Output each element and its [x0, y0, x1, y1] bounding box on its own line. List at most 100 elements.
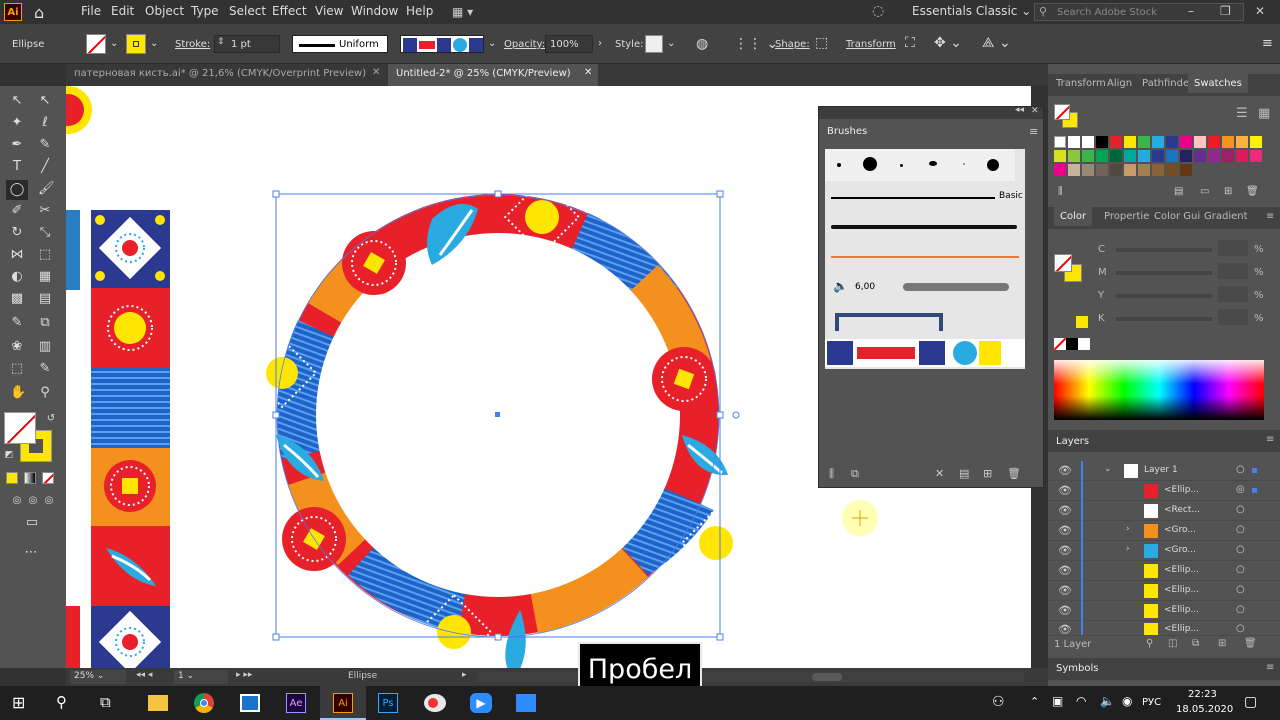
app-icon[interactable] [424, 694, 446, 712]
wifi-icon[interactable]: ◠ [1076, 694, 1086, 708]
home-icon[interactable]: ⌂ [34, 3, 52, 22]
panel-menu-icon[interactable]: ≡ [1266, 211, 1274, 222]
eye-icon[interactable]: 👁 [1058, 504, 1072, 517]
menu-file[interactable]: File [81, 4, 101, 18]
default-fill-stroke-icon[interactable]: ◩ [2, 448, 16, 462]
illustrator-taskbar-active[interactable]: Ai [320, 686, 366, 720]
show-swatch-kinds-icon[interactable]: ▤ [1174, 186, 1183, 197]
tab-layers[interactable]: Layers [1056, 436, 1089, 447]
target-icon[interactable]: ◎ [1236, 484, 1245, 495]
eyedropper-tool-icon[interactable]: ✎ [10, 316, 24, 330]
y-input[interactable] [1218, 286, 1248, 302]
maximize-button[interactable]: ❐ [1220, 4, 1231, 18]
stroke-weight-input[interactable]: ⇕ 1 pt [214, 35, 280, 53]
m-slider[interactable] [1116, 271, 1212, 275]
grid-view-icon[interactable]: ▦ [1258, 106, 1270, 121]
transform-label[interactable]: Transform [846, 39, 896, 50]
selection-tool-icon[interactable]: ↖ [10, 94, 24, 108]
symbol-sprayer-tool-icon[interactable]: ❀ [10, 340, 24, 354]
next-artboard-icon[interactable]: ▸ ▸▸ [236, 670, 252, 680]
pattern-brush-border[interactable] [825, 305, 1025, 335]
isolate-icon[interactable]: ⟁ ⌄ [982, 35, 1011, 51]
stock-search[interactable]: ⚲ Search Adobe Stock [1034, 3, 1244, 21]
menu-effect[interactable]: Effect [272, 4, 307, 18]
notifications-icon[interactable]: ▢ [1244, 694, 1257, 710]
new-sublayer-icon[interactable]: ⧉ [1192, 638, 1199, 649]
network-icon[interactable]: ▣ [1052, 694, 1063, 708]
task-view-icon[interactable]: ⧉ [100, 693, 111, 711]
close-icon[interactable]: ✕ [584, 67, 592, 78]
screen-mode-icon[interactable]: ▭ [22, 516, 42, 530]
artboard-tool-icon[interactable]: ⬚ [10, 362, 24, 376]
file-explorer-icon[interactable] [148, 695, 168, 711]
brushes-tab[interactable]: Brushes [819, 121, 871, 141]
layer-row[interactable]: 👁 <Ellip... ○ [1048, 620, 1280, 636]
c-input[interactable] [1218, 240, 1248, 256]
layer-row[interactable]: 👁 <Ellip... ○ [1048, 581, 1280, 601]
zoom-select[interactable]: 25% ⌄ [70, 670, 126, 684]
layer-row[interactable]: 👁 <Rect... ○ [1048, 501, 1280, 521]
new-color-group-icon[interactable]: ▭ [1200, 186, 1209, 197]
transform-icon[interactable]: ⛶ [905, 35, 915, 51]
art-brush-charcoal[interactable] [825, 213, 1025, 241]
layer-row[interactable]: 👁 › <Gro... ○ [1048, 541, 1280, 561]
trash-icon[interactable]: 🗑 [1246, 186, 1259, 197]
eye-icon[interactable]: 👁 [1058, 484, 1072, 497]
menu-help[interactable]: Help [406, 4, 433, 18]
people-icon[interactable]: ⚇ [992, 694, 1005, 710]
fill-none-swatch[interactable] [86, 34, 106, 54]
opacity-input[interactable]: 100% [545, 35, 593, 53]
direct-selection-tool-icon[interactable]: ↖ [38, 94, 52, 108]
layer-row[interactable]: 👁 <Ellip... ○ [1048, 561, 1280, 581]
paintbrush-tool-icon[interactable]: 🖌 [38, 182, 55, 196]
shape-icon[interactable]: ⬚ [815, 35, 828, 51]
chevron-right-icon[interactable]: › [1126, 524, 1130, 534]
trash-icon[interactable]: 🗑 [1244, 638, 1257, 649]
free-transform-tool-icon[interactable]: ⬚ [38, 248, 52, 262]
tab-swatches[interactable]: Swatches [1188, 74, 1248, 93]
make-clipping-mask-icon[interactable]: ◫ [1168, 638, 1177, 649]
media-app-icon[interactable] [516, 694, 536, 712]
options-icon[interactable]: ▤ [959, 467, 969, 480]
layer-row[interactable]: 👁 › <Gro... ○ [1048, 521, 1280, 541]
k-input[interactable] [1218, 309, 1248, 325]
black-color-button[interactable] [1066, 338, 1078, 350]
tab-untitled-2[interactable]: Untitled-2* @ 25% (CMYK/Preview) ✕ [388, 64, 598, 86]
chevron-down-icon[interactable]: ⌄ [667, 38, 675, 49]
none-mode-icon[interactable] [42, 472, 54, 484]
chevron-down-icon[interactable]: ⌄ [150, 38, 158, 49]
menu-edit[interactable]: Edit [111, 4, 134, 18]
tab-transform[interactable]: Transform [1056, 78, 1106, 89]
pen-tool-icon[interactable]: ✒ [10, 138, 24, 152]
chevron-down-icon[interactable]: ⌄ [110, 38, 118, 49]
target-icon[interactable]: ○ [1236, 504, 1245, 515]
clock-date[interactable]: 18.05.2020 [1176, 704, 1233, 715]
eye-icon[interactable]: 👁 [1058, 524, 1072, 537]
locate-object-icon[interactable]: ⚲ [1146, 638, 1153, 649]
layer-row[interactable]: 👁 <Ellip... ○ [1048, 601, 1280, 621]
photoshop-icon[interactable]: Ps [378, 693, 398, 713]
basic-brush-row[interactable]: Basic [825, 183, 1025, 211]
target-icon[interactable]: ○ [1236, 564, 1245, 575]
tab-pathfinder[interactable]: Pathfinde [1142, 78, 1189, 89]
mesh-tool-icon[interactable]: ▩ [10, 292, 24, 306]
tab-color[interactable]: Color [1054, 207, 1093, 226]
gradient-mode-icon[interactable] [24, 472, 36, 484]
graphic-style-swatch[interactable] [645, 35, 663, 53]
target-icon[interactable]: ○ [1236, 524, 1245, 535]
lasso-tool-icon[interactable]: ℓ [38, 116, 52, 130]
column-graph-tool-icon[interactable]: ▥ [38, 340, 52, 354]
color-spectrum[interactable] [1054, 360, 1264, 420]
ellipse-tool-icon[interactable]: ◯ [6, 180, 28, 200]
new-swatch-icon[interactable]: ⊞ [1224, 186, 1232, 197]
hand-tool-icon[interactable]: ✋ [10, 386, 26, 400]
swatch-fill-stroke[interactable] [1054, 104, 1080, 130]
y-slider[interactable] [1116, 294, 1212, 298]
remove-stroke-icon[interactable]: ✕ [935, 467, 944, 480]
stepper-icon[interactable]: ⇕ [217, 37, 225, 47]
opacity-label[interactable]: Opacity: [504, 39, 545, 50]
width-tool-icon[interactable]: ⋈ [10, 248, 24, 262]
tray-app-icon[interactable]: ◉ [1122, 694, 1132, 708]
type-tool-icon[interactable]: T [10, 160, 24, 174]
puppet-warp-icon[interactable]: ✥ ⌄ [934, 35, 962, 51]
